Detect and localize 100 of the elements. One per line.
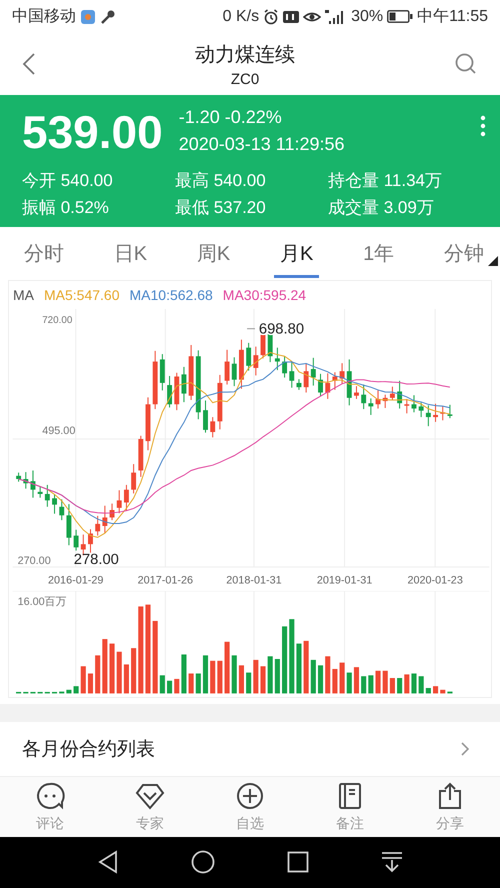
candlestick [116,490,122,514]
candlestick [16,472,22,482]
candlestick [318,373,323,397]
eye-icon [303,10,322,24]
volume-bar [404,674,410,693]
back-icon[interactable] [97,850,119,874]
volume-bar [340,662,345,693]
candlestick [246,342,252,371]
volume-bar [232,654,237,693]
candlestick [390,386,395,401]
volume-bar [268,656,273,693]
low-price-label: 278.00 [74,552,119,568]
candlestick [332,372,338,390]
volume-bar [224,641,230,693]
candlestick [23,471,28,489]
period-tab[interactable]: 周K [190,228,236,278]
candlestick [124,484,129,511]
volume-bar [246,672,252,693]
volume-bar [418,676,424,693]
candlestick [361,384,366,410]
volume-bar [188,673,194,693]
candlestick [66,504,72,546]
candlestick [310,357,316,386]
quote-stat: 成交量 3.09万 [328,196,435,219]
moving-average-label: MA30:595.24 [222,286,306,303]
candlestick [217,374,222,430]
period-tab[interactable]: 月K [274,228,320,278]
volume-bar [95,654,100,693]
volume-bar [397,678,402,693]
candlestick [404,398,410,414]
chevron-icon [460,740,470,757]
add-icon [235,780,265,811]
candlestick [167,375,172,408]
candlestick [44,484,50,508]
candlestick [38,486,43,498]
candlestick [152,350,158,410]
bottom-nav-item[interactable]: 备注 [325,776,375,837]
more-icon[interactable] [480,114,486,137]
volume-bar [411,673,417,693]
candlestick [368,398,374,416]
app-icon [80,8,96,25]
moving-average-label: MA10:562.68 [130,286,213,303]
period-tab[interactable]: 1年 [357,228,400,278]
volume-bar [131,648,136,693]
candlestick [325,372,330,400]
volume-bar [102,638,108,693]
candlestick [52,494,57,514]
carrier-name: 中国移动 [12,6,76,28]
period-tab[interactable]: 日K [108,228,154,278]
volume-bar [74,686,79,693]
page-title: 动力煤连续 [195,42,295,68]
quote-stat: 今开 540.00 [22,170,114,192]
volume-bar [390,678,395,693]
clock-time: 中午11:55 [417,6,488,28]
date-label: 2019-01-31 [316,574,372,587]
bottom-nav-item[interactable]: 分享 [425,776,475,837]
candlestick [232,356,237,386]
period-tab[interactable]: 分钟 [438,228,490,278]
contract-code: ZC0 [230,70,260,88]
volume-bar [88,673,94,693]
candlestick [74,529,79,551]
candlestick [340,362,345,384]
recents-icon[interactable] [287,851,309,874]
volume-bar [238,664,244,693]
candlestick [418,402,424,418]
quote-stat: 最高 540.00 [175,170,267,192]
volume-bar [196,673,201,693]
date-label: 2017-01-26 [138,574,194,587]
bottom-nav-item[interactable]: 自选 [225,776,275,837]
volume-bar [167,680,172,693]
battery-percent: 30% [351,8,384,26]
volume-bar [304,640,309,693]
candlestick [447,404,452,419]
candlestick [274,347,280,370]
candlestick [88,528,93,554]
volume-bar [310,659,316,693]
candlestick [131,463,136,494]
volume-bar [174,678,180,693]
period-tab[interactable]: 分时 [18,228,70,278]
moving-average-label: MA5:547.60 [44,286,120,303]
network-speed: 0 K/s [222,8,260,26]
candlestick [376,390,380,409]
axis-label: 270.00 [18,554,51,567]
candlestick [95,515,100,536]
axis-label: 720.00 [42,314,72,326]
candlestick [433,403,438,422]
quote-stat: 持仓量 11.34万 [328,170,444,192]
candlestick [188,344,194,400]
date-label: 2016-01-29 [48,574,104,587]
volume-bar [116,651,122,693]
notification-pull-icon[interactable] [381,851,403,874]
bottom-nav-item[interactable]: 专家 [125,776,175,837]
home-icon[interactable] [191,850,215,874]
bottom-nav-item[interactable]: 评论 [25,776,75,837]
volume-bar [160,674,165,693]
volume-bar [253,659,258,693]
volume-bar [426,687,431,693]
volume-bar [80,666,86,693]
candlestick [282,356,288,378]
volume-bar [260,666,266,693]
